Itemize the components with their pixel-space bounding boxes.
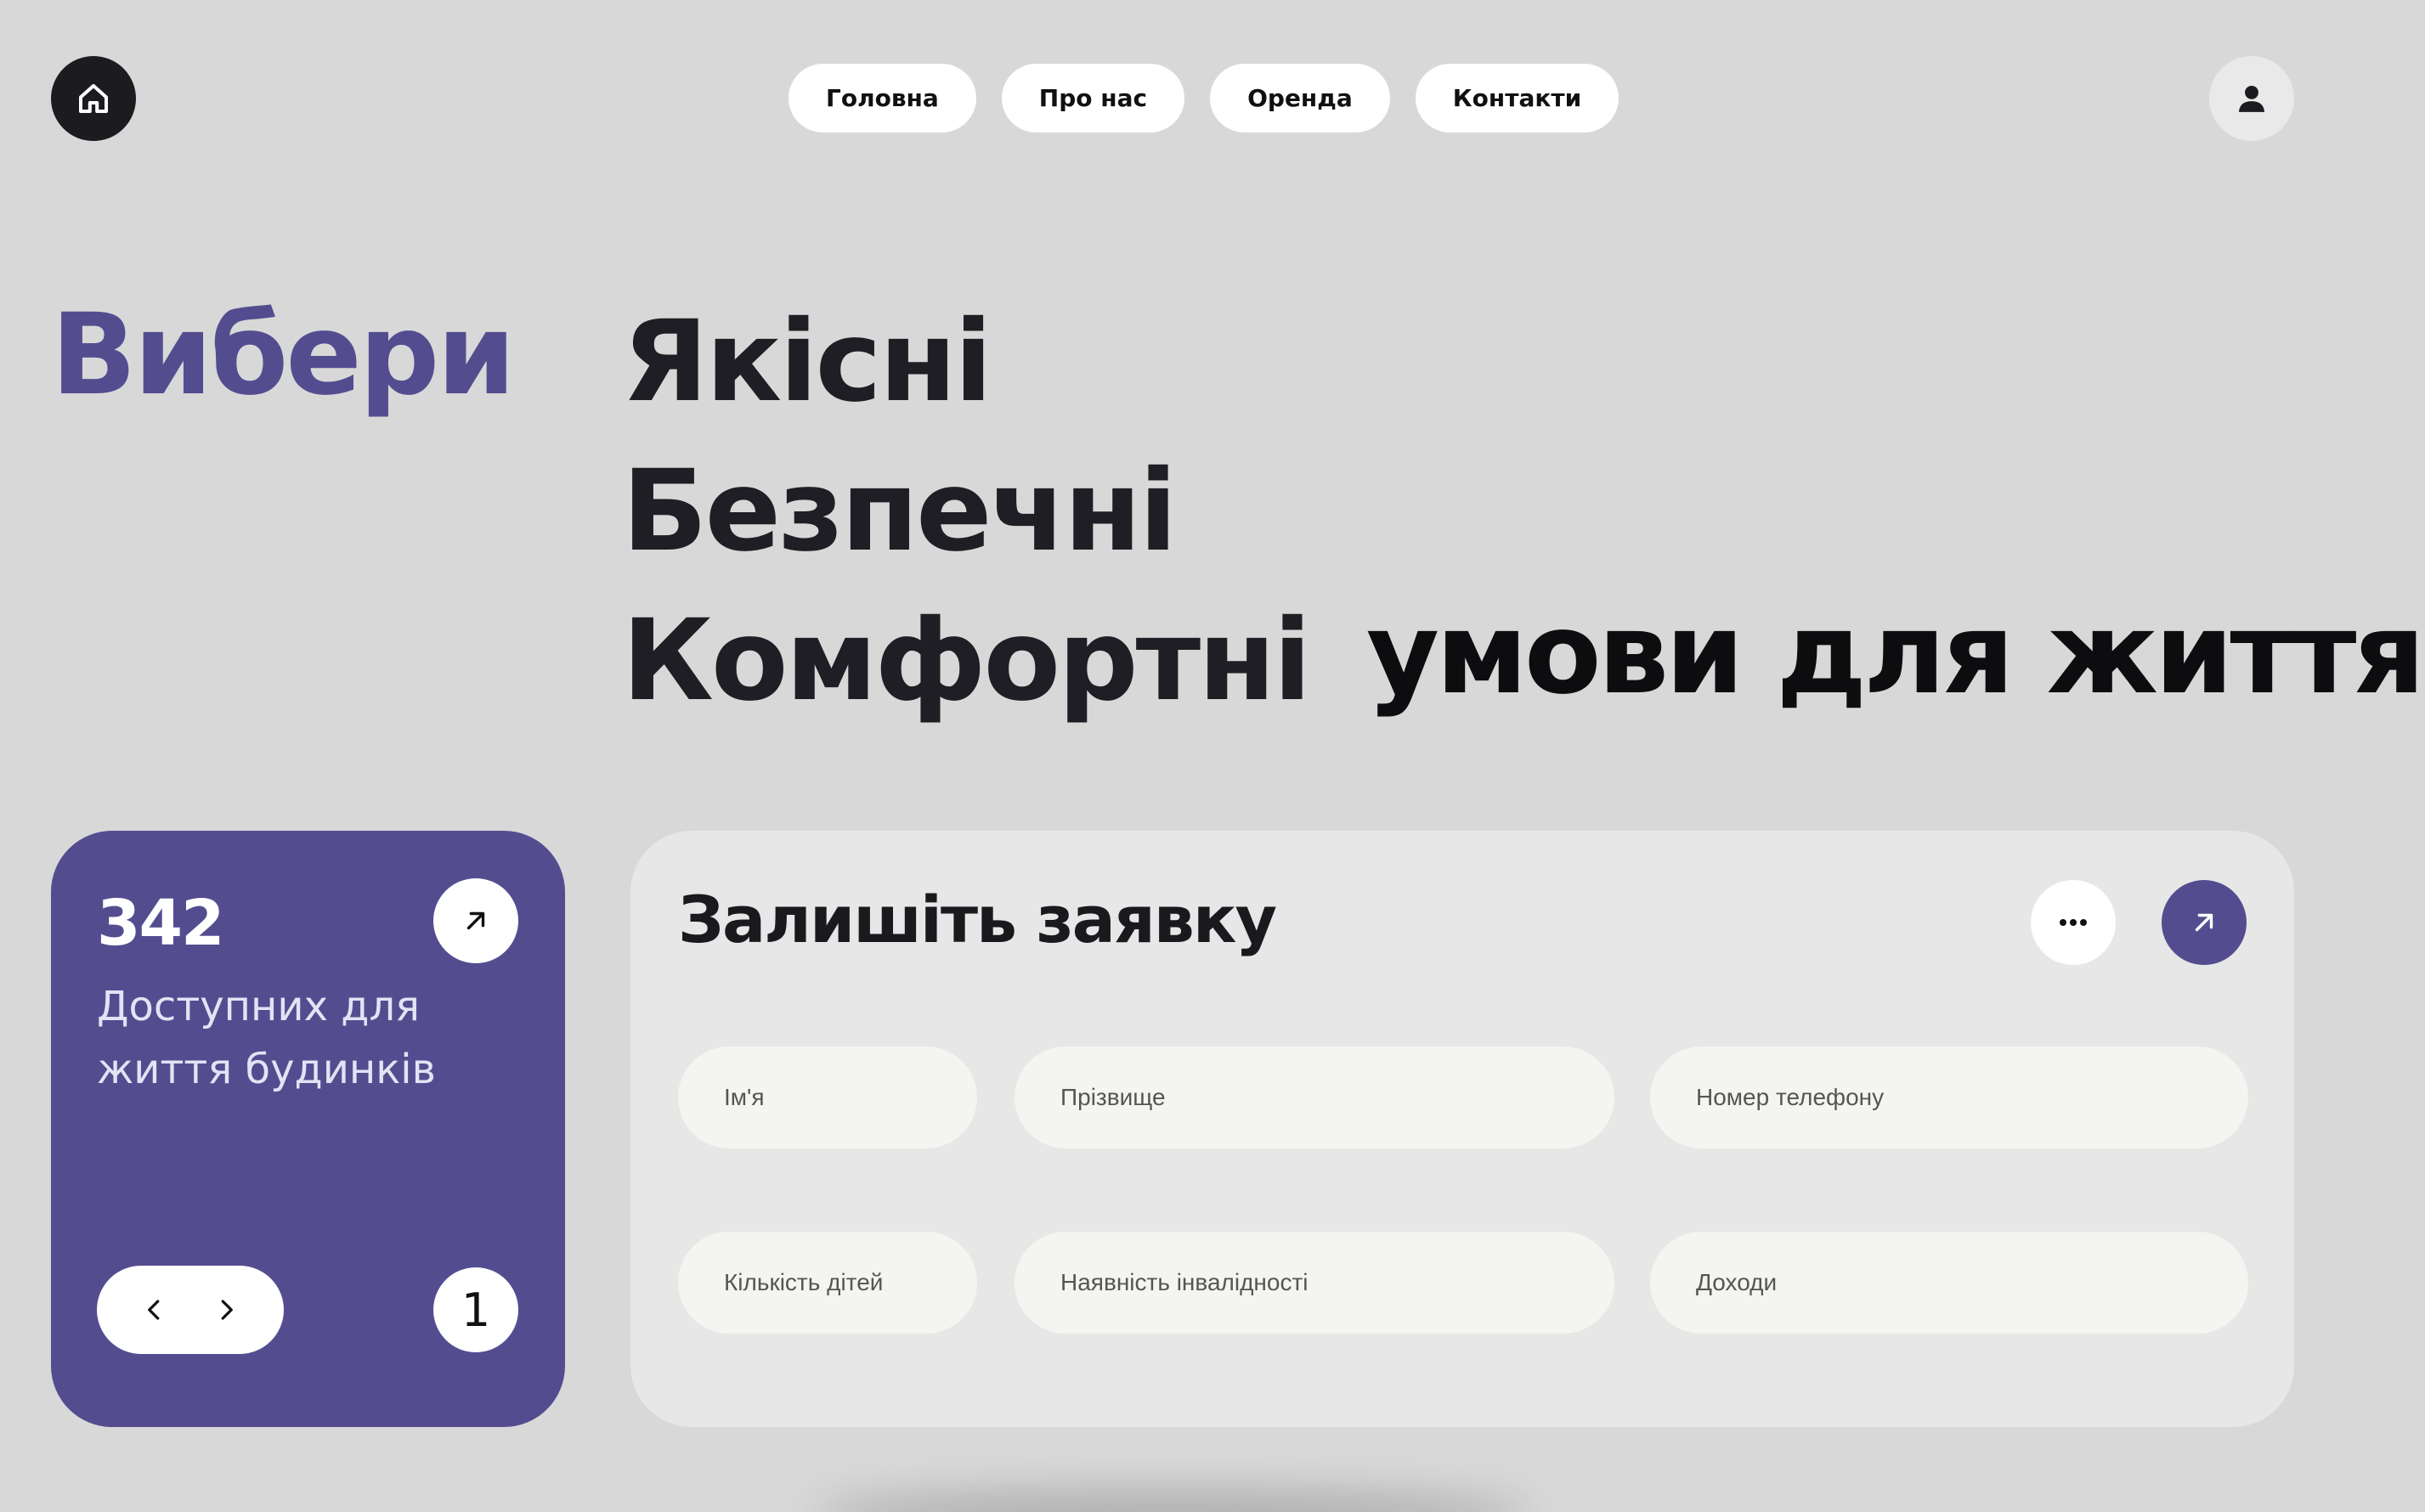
- hero-line-comfort: Комфортні: [622, 595, 1312, 726]
- available-houses-card: 342 Доступних для життя будинків 1: [51, 831, 565, 1427]
- chevron-right-icon: [221, 1300, 233, 1320]
- application-form-card: Залишіть заявку: [630, 831, 2294, 1427]
- hero-lines: Якісні Безпечні Комфортні: [622, 287, 1312, 736]
- arrow-up-right-icon: [466, 911, 485, 930]
- income-field[interactable]: [1650, 1232, 2248, 1334]
- chevron-left-icon: [148, 1300, 160, 1320]
- nav-item-contacts[interactable]: Контакти: [1415, 64, 1619, 133]
- hero-choose: Вибери: [51, 290, 516, 420]
- submit-form-button[interactable]: [2162, 880, 2247, 965]
- prev-button[interactable]: [138, 1293, 172, 1327]
- section-shadow: [816, 1488, 1529, 1512]
- first-name-field[interactable]: [678, 1047, 977, 1148]
- arrow-up-right-icon: [2195, 913, 2213, 932]
- form-title: Залишіть заявку: [678, 882, 1277, 957]
- home-icon: [79, 84, 108, 113]
- houses-open-button[interactable]: [433, 878, 518, 963]
- nav-item-about[interactable]: Про нас: [1001, 64, 1185, 133]
- page-number: 1: [433, 1267, 518, 1352]
- main-nav: Головна Про нас Оренда Контакти: [789, 64, 1619, 133]
- hero-line-quality: Якісні: [622, 296, 992, 427]
- phone-field[interactable]: [1650, 1047, 2248, 1148]
- children-count-field[interactable]: [678, 1232, 977, 1334]
- nav-item-rent[interactable]: Оренда: [1210, 64, 1390, 133]
- next-button[interactable]: [209, 1293, 243, 1327]
- nav-item-home[interactable]: Головна: [789, 64, 976, 133]
- user-icon: [2238, 85, 2265, 112]
- more-options-button[interactable]: [2031, 880, 2116, 965]
- user-profile-button[interactable]: [2209, 56, 2294, 141]
- houses-label: Доступних для життя будинків: [97, 983, 436, 1093]
- disability-field[interactable]: [1015, 1232, 1614, 1334]
- home-button[interactable]: [51, 56, 136, 141]
- page: Головна Про нас Оренда Контакти Вибери Я…: [0, 0, 2425, 1512]
- houses-count: 342: [97, 887, 224, 960]
- hero-tagline: умови для життя: [1366, 589, 2425, 719]
- hero-line-safe: Безпечні: [622, 446, 1178, 577]
- more-dots-icon: [2060, 919, 2087, 926]
- carousel-pager: [97, 1266, 284, 1354]
- last-name-field[interactable]: [1015, 1047, 1614, 1148]
